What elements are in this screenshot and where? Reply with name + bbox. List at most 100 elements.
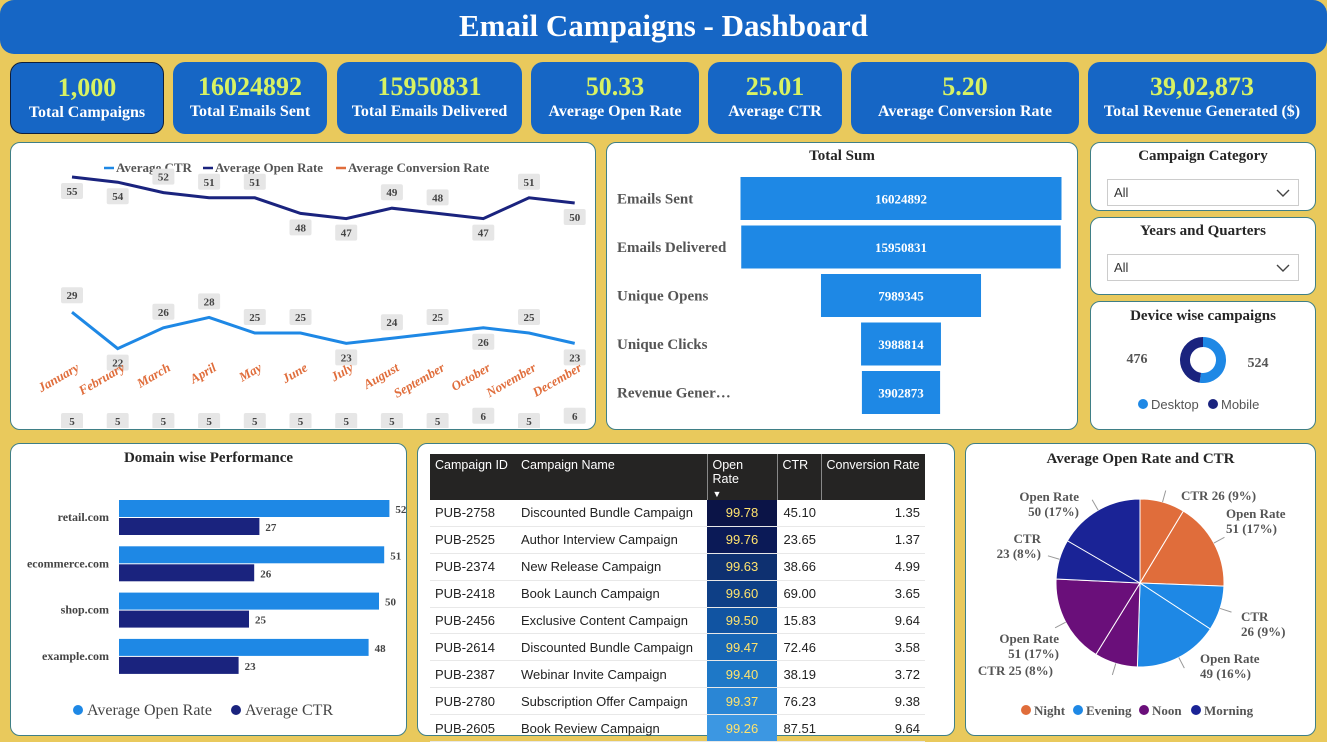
cell-ctr: 87.51 bbox=[777, 714, 821, 742]
data-label: 52 bbox=[158, 172, 170, 184]
legend-mobile-dot bbox=[1208, 399, 1218, 409]
cell-open-rate: 99.50 bbox=[707, 607, 777, 635]
funnel-category: Unique Opens bbox=[617, 289, 708, 305]
domain-label: retail.com bbox=[58, 510, 109, 524]
kpi-average-open-rate[interactable]: 50.33 Average Open Rate bbox=[531, 62, 699, 134]
data-label: 29 bbox=[67, 290, 79, 302]
cell-campaign-name: Exclusive Content Campaign bbox=[516, 607, 707, 635]
domain-label: shop.com bbox=[61, 603, 109, 617]
legend-noon: Noon bbox=[1152, 703, 1182, 718]
donut-canvas: 476 524 Desktop Mobile bbox=[1127, 337, 1269, 412]
data-label: 51 bbox=[524, 177, 535, 189]
data-label: 55 bbox=[67, 186, 79, 198]
cell-open-rate: 99.37 bbox=[707, 687, 777, 716]
cell-open-rate: 99.78 bbox=[707, 500, 777, 527]
kpi-total-emails-sent[interactable]: 16024892 Total Emails Sent bbox=[173, 62, 327, 134]
desktop-count: 524 bbox=[1248, 356, 1269, 371]
data-label: 5 bbox=[526, 416, 532, 428]
dropdown-value: All bbox=[1114, 260, 1129, 275]
table-row[interactable]: PUB-2456 Exclusive Content Campaign 99.50 1… bbox=[430, 607, 925, 635]
monthly-line-chart[interactable]: Average CTR Average Open Rate Average Co… bbox=[10, 142, 596, 430]
sort-desc-icon: ▼ bbox=[712, 489, 722, 499]
leader-line bbox=[1162, 490, 1167, 503]
funnel-category: Revenue Gener… bbox=[617, 386, 731, 402]
legend-dot-morning bbox=[1191, 705, 1201, 715]
data-label: 25 bbox=[295, 312, 307, 324]
bar-average-open-rate-shop-com bbox=[119, 592, 379, 610]
bar-value: 50 bbox=[385, 597, 397, 609]
cell-open-rate: 99.40 bbox=[707, 660, 777, 689]
cell-campaign-id: PUB-2780 bbox=[430, 687, 516, 716]
cell-conversion-rate: 9.64 bbox=[821, 714, 925, 742]
cell-ctr: 15.83 bbox=[777, 607, 821, 635]
kpi-label: Average Conversion Rate bbox=[878, 103, 1052, 120]
legend-conversion-rate: Average Conversion Rate bbox=[348, 160, 490, 175]
col-open-rate-label: Open Rate bbox=[712, 458, 744, 486]
legend-morning: Morning bbox=[1204, 703, 1254, 718]
cell-campaign-id: PUB-2614 bbox=[430, 633, 516, 662]
donut-slice-desktop bbox=[1199, 337, 1226, 383]
data-label: 48 bbox=[295, 222, 307, 234]
data-label: 25 bbox=[432, 312, 444, 324]
kpi-value: 16024892 bbox=[198, 72, 302, 101]
table-row[interactable]: PUB-2374 New Release Campaign 99.63 38.66 4.… bbox=[430, 553, 925, 581]
col-ctr[interactable]: CTR bbox=[777, 454, 822, 500]
kpi-value: 5.20 bbox=[942, 72, 988, 101]
cell-conversion-rate: 1.35 bbox=[821, 500, 925, 527]
bar-value: 25 bbox=[255, 615, 267, 627]
legend-dot-noon bbox=[1139, 705, 1149, 715]
pie-label: CTR 26 (9%) bbox=[1181, 488, 1256, 503]
kpi-total-revenue[interactable]: 39,02,873 Total Revenue Generated ($) bbox=[1088, 62, 1316, 134]
funnel-chart[interactable]: Total Sum 16024892 Emails Sent 15950831 Ema… bbox=[606, 142, 1078, 430]
kpi-total-emails-delivered[interactable]: 15950831 Total Emails Delivered bbox=[337, 62, 522, 134]
campaign-table-panel[interactable]: Campaign ID Campaign Name Open Rate ▼ CTR… bbox=[417, 443, 955, 742]
category-dropdown[interactable]: All bbox=[1107, 179, 1299, 206]
cell-campaign-name: New Release Campaign bbox=[516, 553, 707, 581]
table-row[interactable]: PUB-2780 Subscription Offer Campaign 99.37… bbox=[430, 687, 925, 716]
kpi-label: Total Emails Delivered bbox=[351, 103, 508, 120]
donut-slice-mobile bbox=[1180, 337, 1204, 383]
cell-campaign-id: PUB-2758 bbox=[430, 500, 516, 527]
kpi-average-conversion-rate[interactable]: 5.20 Average Conversion Rate bbox=[851, 62, 1079, 134]
cell-ctr: 69.00 bbox=[777, 580, 821, 608]
table-row[interactable]: PUB-2758 Discounted Bundle Campaign 99.78 4… bbox=[430, 500, 925, 527]
series-line-average-ctr bbox=[71, 311, 576, 351]
cell-open-rate: 99.63 bbox=[707, 553, 777, 581]
kpi-label: Average Open Rate bbox=[548, 103, 682, 120]
col-conversion-rate[interactable]: Conversion Rate bbox=[821, 454, 925, 500]
period-dropdown[interactable]: All bbox=[1107, 254, 1299, 281]
legend-night: Night bbox=[1034, 703, 1066, 718]
bar-value: 48 bbox=[375, 643, 387, 655]
col-open-rate[interactable]: Open Rate ▼ bbox=[706, 454, 778, 500]
table-row[interactable]: PUB-2525 Author Interview Campaign 99.76 23… bbox=[430, 526, 925, 554]
pie-label: CTR 23 (8%) bbox=[997, 531, 1042, 561]
legend-desktop-dot bbox=[1138, 399, 1148, 409]
domain-performance-chart[interactable]: Domain wise Performance Average Open Rat… bbox=[10, 443, 407, 736]
bar-average-ctr-retail-com bbox=[119, 518, 260, 535]
campaign-category-slicer[interactable]: Campaign Category All bbox=[1090, 142, 1316, 211]
x-tick-label: November bbox=[483, 359, 540, 400]
open-rate-ctr-pie-chart[interactable]: Average Open Rate and CTR CTR 26 (9%) Ope… bbox=[965, 443, 1316, 736]
device-wise-campaigns[interactable]: Device wise campaigns 476 524 Desktop Mo… bbox=[1090, 301, 1316, 430]
pie-canvas: CTR 26 (9%) Open Rate 51 (17%) CTR 26 (9%) Op… bbox=[978, 488, 1286, 718]
col-campaign-name[interactable]: Campaign Name bbox=[516, 454, 707, 500]
pie-label: CTR 25 (8%) bbox=[978, 663, 1053, 678]
kpi-label: Total Emails Sent bbox=[189, 103, 311, 120]
table-row[interactable]: PUB-2614 Discounted Bundle Campaign 99.47 7… bbox=[430, 633, 925, 662]
kpi-total-campaigns[interactable]: 1,000 Total Campaigns bbox=[10, 62, 164, 134]
slicer-title: Years and Quarters bbox=[1140, 223, 1266, 239]
table-row[interactable]: PUB-2387 Webinar Invite Campaign 99.40 38.1… bbox=[430, 660, 925, 689]
data-label: 26 bbox=[478, 337, 490, 349]
table-row[interactable]: PUB-2418 Book Launch Campaign 99.60 69.00 3.… bbox=[430, 580, 925, 608]
leader-line bbox=[1054, 621, 1066, 629]
funnel-canvas: 16024892 Emails Sent 15950831 Emails Delive… bbox=[617, 177, 1062, 414]
x-tick-label: June bbox=[278, 359, 310, 386]
kpi-average-ctr[interactable]: 25.01 Average CTR bbox=[708, 62, 842, 134]
table-row[interactable]: PUB-2605 Book Review Campaign 99.26 87.51 9.… bbox=[430, 714, 925, 742]
cell-campaign-name: Webinar Invite Campaign bbox=[516, 660, 707, 689]
page-title: Email Campaigns - Dashboard bbox=[0, 0, 1327, 54]
campaign-table[interactable]: Campaign ID Campaign Name Open Rate ▼ CTR… bbox=[430, 454, 925, 742]
data-label: 48 bbox=[432, 192, 444, 204]
col-campaign-id[interactable]: Campaign ID bbox=[430, 454, 516, 500]
years-quarters-slicer[interactable]: Years and Quarters All bbox=[1090, 217, 1316, 295]
